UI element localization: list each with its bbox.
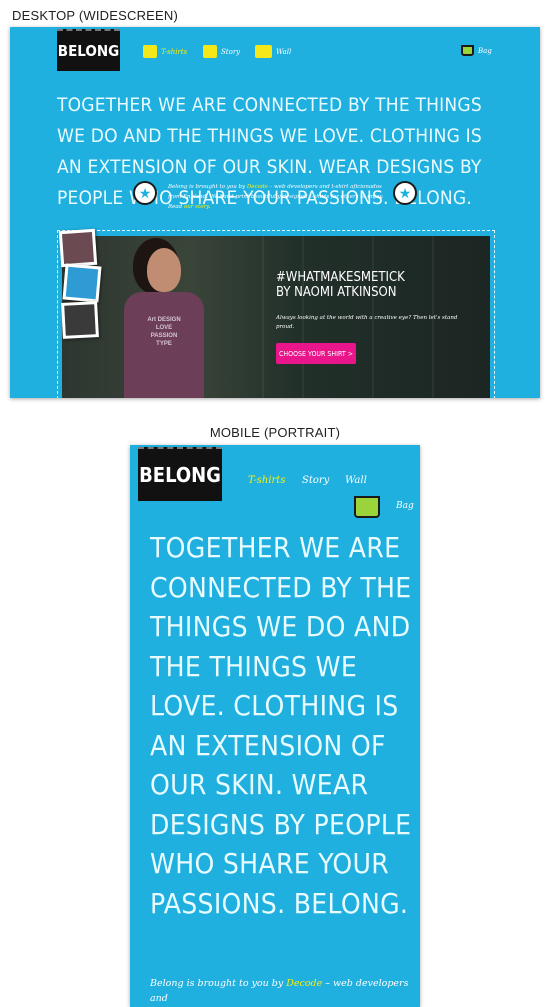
basket-icon[interactable]: [354, 496, 380, 518]
nav-wall[interactable]: Wall: [345, 475, 367, 486]
mobile-screen: BELONG T-shirts Story Wall Bag TOGETHER …: [130, 445, 420, 1007]
mobile-caption: MOBILE (PORTRAIT): [209, 425, 341, 440]
tshirt-icon: [143, 45, 157, 58]
star-icon: ★: [133, 181, 157, 205]
thumbnail[interactable]: [58, 228, 98, 268]
nav-bag[interactable]: Bag: [461, 45, 492, 56]
nav-story-label: Story: [221, 47, 241, 56]
desktop-caption: DESKTOP (WIDESCREEN): [12, 8, 179, 23]
choose-shirt-button[interactable]: CHOOSE YOUR SHIRT >: [276, 343, 356, 364]
desktop-screen: BELONG T-shirts Story Wall Bag TOGETHER …: [10, 27, 540, 398]
model-shirt: Art DESIGN LOVE PASSION TYPE: [124, 292, 204, 398]
camera-icon: [255, 45, 272, 58]
intro-prefix: Belong is brought to you by: [168, 184, 247, 190]
star-icon: ★: [393, 181, 417, 205]
intro-prefix: Belong is brought to you by: [150, 978, 287, 989]
intro-text: Belong is brought to you by Decode – web…: [150, 976, 412, 1006]
hero-subtitle: Always looking at the world with a creat…: [276, 315, 458, 330]
nav-story[interactable]: Story: [203, 45, 240, 58]
intro-suffix: .: [208, 204, 211, 210]
nav-bag[interactable]: Bag: [396, 501, 414, 511]
nav-wall-label: Wall: [276, 47, 292, 56]
thumbnail[interactable]: [62, 263, 102, 303]
decode-link[interactable]: Decode: [247, 184, 268, 190]
basket-icon: [461, 45, 474, 56]
logo[interactable]: BELONG: [57, 29, 120, 71]
hero-title-line2: BY NAOMI ATKINSON: [276, 285, 397, 300]
scroll-icon: [203, 45, 217, 58]
hero-title-line1: #WHATMAKESMETICK: [276, 270, 405, 285]
headline: TOGETHER WE ARE CONNECTED BY THE THINGS …: [150, 531, 412, 920]
logo[interactable]: BELONG: [138, 447, 222, 501]
model-head: [147, 248, 181, 292]
shirt-print: Art DESIGN LOVE PASSION TYPE: [147, 317, 181, 347]
nav-story[interactable]: Story: [302, 475, 329, 486]
decode-link[interactable]: Decode: [286, 978, 322, 989]
nav-wall[interactable]: Wall: [255, 45, 291, 58]
thumbnail[interactable]: [61, 301, 99, 339]
nav-bag-label: Bag: [478, 46, 492, 55]
nav-tshirts[interactable]: T-shirts: [143, 45, 187, 58]
nav-tshirts[interactable]: T-shirts: [248, 475, 285, 486]
intro-text: Belong is brought to you by Decode – web…: [168, 182, 388, 212]
hero-title: #WHATMAKESMETICK BY NAOMI ATKINSON: [276, 270, 405, 300]
our-story-link[interactable]: our story: [184, 204, 209, 210]
nav-tshirts-label: T-shirts: [161, 47, 188, 56]
